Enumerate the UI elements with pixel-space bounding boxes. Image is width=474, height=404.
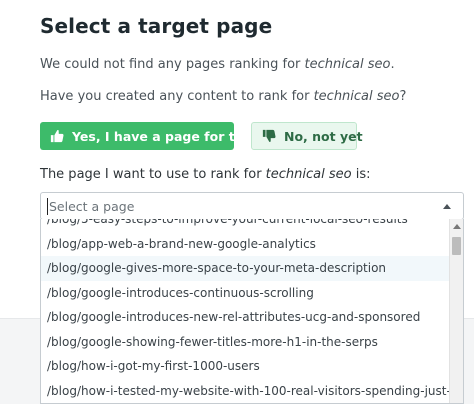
page-option[interactable]: /blog/app-web-a-brand-new-google-analyti… [41, 232, 449, 257]
page-option[interactable]: /blog/google-introduces-continuous-scrol… [41, 281, 449, 306]
yes-button-label: Yes, I have a page for this [72, 128, 256, 144]
yes-have-page-button[interactable]: Yes, I have a page for this [40, 122, 255, 150]
thumbs-down-icon [262, 129, 276, 143]
select-placeholder: Select a page [49, 199, 135, 214]
page-option[interactable]: /blog/google-showing-fewer-titles-more-h… [41, 330, 449, 355]
page-option[interactable]: /blog/how-i-tested-my-website-with-100-r… [41, 379, 449, 404]
keyword: technical seo [313, 89, 400, 104]
dropdown-scrollbar[interactable] [449, 219, 463, 403]
no-ranking-message: We could not find any pages ranking for … [40, 57, 395, 72]
page-option[interactable]: /blog/how-i-got-my-first-1000-users [41, 354, 449, 379]
page-select[interactable]: Select a page [40, 192, 464, 220]
page-title: Select a target page [40, 14, 273, 38]
page-option[interactable]: /blog/5-easy-steps-to-improve-your-curre… [41, 219, 449, 232]
keyword: technical seo [265, 167, 352, 182]
no-button-label: No, not yet [284, 128, 363, 144]
scrollbar-thumb[interactable] [452, 237, 461, 255]
text-cursor [47, 198, 48, 215]
page-option[interactable]: /blog/google-gives-more-space-to-your-me… [41, 256, 449, 281]
thumbs-up-icon [50, 129, 64, 143]
scroll-up-icon[interactable] [453, 224, 461, 229]
caret-up-icon[interactable] [443, 204, 451, 209]
content-question: Have you created any content to rank for… [40, 89, 407, 104]
no-not-yet-button[interactable]: No, not yet [251, 122, 363, 150]
target-page-prompt: The page I want to use to rank for techn… [40, 167, 371, 182]
keyword: technical seo [304, 57, 391, 72]
page-option[interactable]: /blog/google-introduces-new-rel-attribut… [41, 305, 449, 330]
page-dropdown-list[interactable]: /blog/5-easy-steps-to-improve-your-curre… [40, 219, 464, 404]
option-list: /blog/5-easy-steps-to-improve-your-curre… [41, 219, 449, 403]
